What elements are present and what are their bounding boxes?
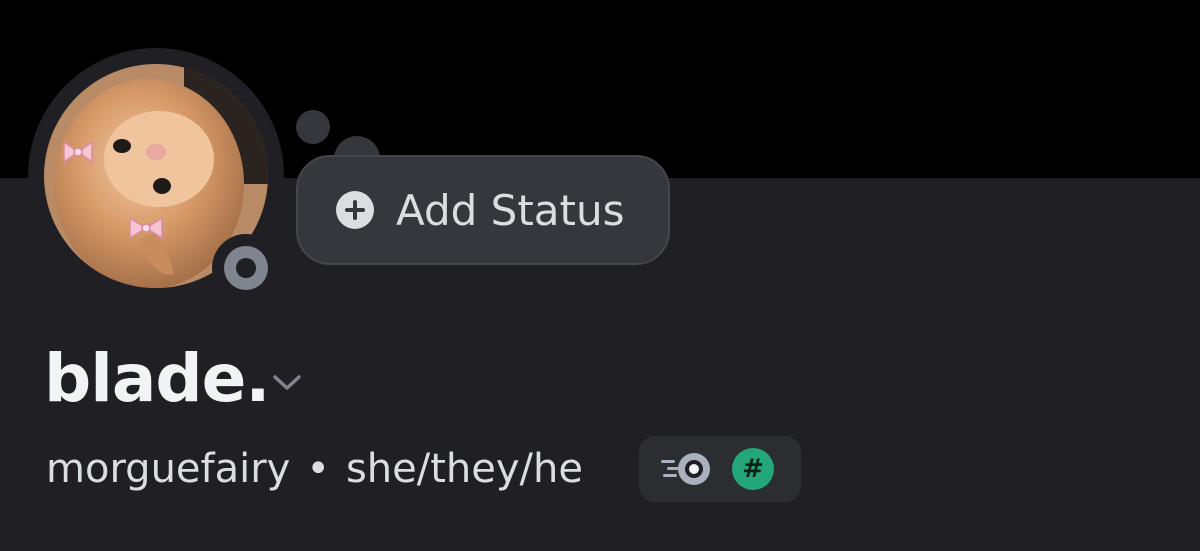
display-name: blade. [44,340,270,417]
hashtag-icon[interactable]: # [732,448,774,490]
chevron-down-icon[interactable] [272,372,302,392]
add-status-label: Add Status [396,185,625,235]
username: morguefairy [46,446,291,492]
add-status-button[interactable]: Add Status [296,155,670,265]
plus-circle-icon [336,191,374,229]
profile-subtitle: morguefairy • she/they/he [46,446,583,492]
badge-container [639,436,801,502]
separator-dot: • [306,446,330,492]
offline-status-icon [224,246,268,290]
profile-screen: Add Status blade. morguefairy • she/they… [0,0,1200,551]
thought-bubble-small [296,110,330,144]
nitro-icon[interactable] [661,450,713,488]
pronouns: she/they/he [345,446,583,492]
